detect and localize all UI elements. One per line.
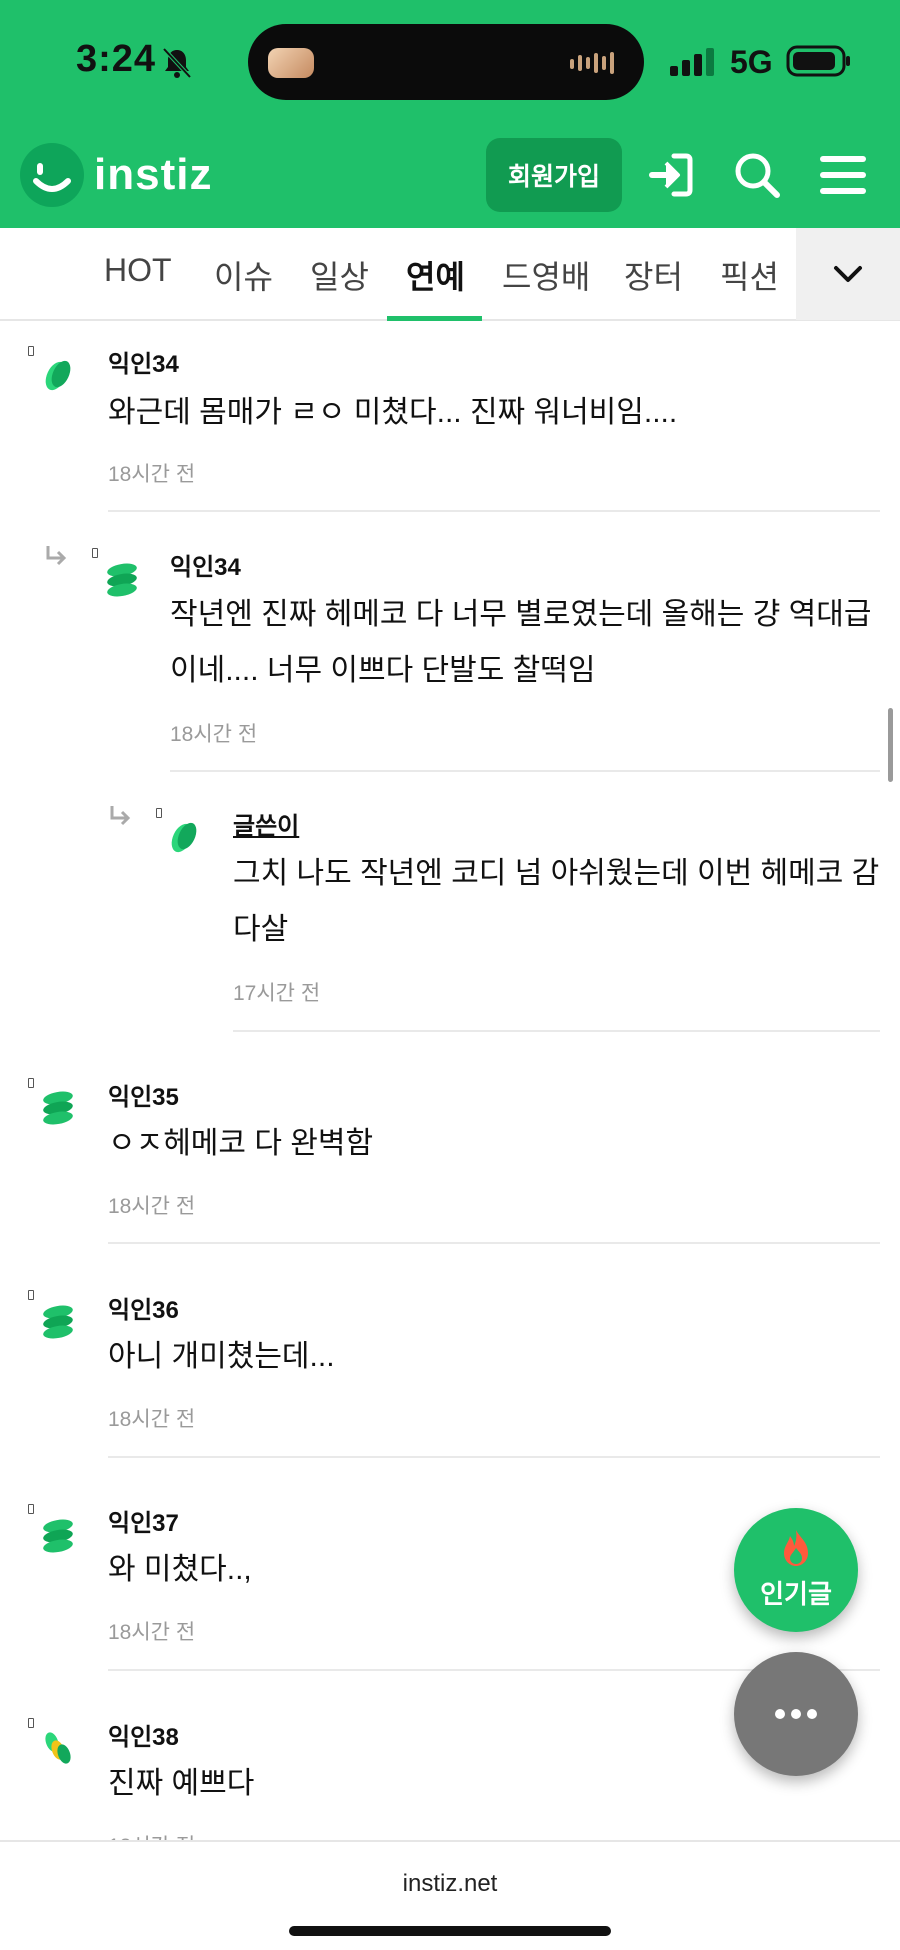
- hamburger-menu-icon[interactable]: [818, 150, 868, 200]
- comment-text: 아니 개미쳤는데...: [108, 1340, 335, 1373]
- comment-text: 진짜 예쁘다: [108, 1767, 255, 1800]
- comment-author[interactable]: 익인34: [170, 547, 241, 582]
- network-type: 5G: [730, 44, 773, 80]
- comment-marker: [92, 548, 98, 558]
- login-icon[interactable]: [646, 150, 696, 200]
- tab-market[interactable]: 장터: [624, 252, 683, 298]
- comment-marker: [28, 1078, 34, 1088]
- comment-divider: [108, 510, 880, 512]
- home-indicator: [289, 1926, 611, 1936]
- comment-text: 다살: [233, 913, 289, 946]
- active-tab-indicator: [387, 316, 482, 321]
- reply-arrow-icon: [110, 806, 131, 826]
- comment-marker: [28, 1718, 34, 1728]
- stack-avatar-icon: [43, 1091, 73, 1125]
- category-tabs: HOT 이슈 일상 연예 드영배 장터 픽션: [0, 228, 900, 321]
- popular-posts-button[interactable]: 인기글: [734, 1508, 858, 1632]
- comment-divider: [108, 1242, 880, 1244]
- comment-divider: [233, 1030, 880, 1032]
- stack-avatar-icon: [107, 563, 137, 597]
- browser-address-bar[interactable]: instiz.net: [0, 1840, 900, 1950]
- popular-posts-label: 인기글: [760, 1579, 832, 1609]
- audio-wave-icon: [570, 52, 614, 74]
- signal-icon: [670, 48, 714, 76]
- comment-author-op[interactable]: 글쓴이: [233, 806, 299, 841]
- battery-icon: [786, 45, 850, 77]
- tab-entertainment[interactable]: 연예: [406, 252, 465, 298]
- comment-marker: [28, 346, 34, 356]
- stack-avatar-icon: [43, 1519, 73, 1553]
- bell-slash-icon: [162, 47, 192, 79]
- dynamic-island: [248, 24, 644, 100]
- comment-marker: [156, 808, 162, 818]
- comment-text: 와 미쳤다..,: [108, 1553, 252, 1586]
- tab-hot[interactable]: HOT: [104, 252, 172, 289]
- stack-avatar-icon: [43, 1305, 73, 1339]
- app-header: 3:24 5G instiz 회원가입: [0, 0, 900, 228]
- comment-author[interactable]: 익인38: [108, 1717, 179, 1752]
- logo-text: instiz: [94, 150, 213, 199]
- comment-time: 18시간 전: [108, 463, 196, 486]
- leaf-avatar-icon: [171, 822, 197, 853]
- comment-time: 18시간 전: [108, 1621, 196, 1644]
- status-time: 3:24: [76, 38, 157, 80]
- comment-time: 17시간 전: [233, 982, 321, 1005]
- fire-icon: [784, 1530, 808, 1566]
- tab-issue[interactable]: 이슈: [214, 252, 273, 298]
- comment-time: 18시간 전: [108, 1408, 196, 1431]
- chevron-down-icon: [834, 266, 862, 282]
- signup-button[interactable]: 회원가입: [486, 138, 622, 212]
- comment-author[interactable]: 익인36: [108, 1290, 179, 1325]
- reply-arrow-icon: [46, 546, 67, 566]
- tab-daily[interactable]: 일상: [310, 252, 369, 298]
- comment-marker: [28, 1504, 34, 1514]
- comment-text: 작년엔 진짜 헤메코 다 너무 별로였는데 올해는 걍 역대급: [170, 598, 872, 631]
- comment-divider: [108, 1456, 880, 1458]
- comment-time: 18시간 전: [108, 1195, 196, 1218]
- comment-text: ㅇㅈ헤메코 다 완벽함: [108, 1127, 374, 1160]
- comment-text: 그치 나도 작년엔 코디 넘 아쉬웠는데 이번 헤메코 감: [233, 857, 880, 890]
- comment-author[interactable]: 익인35: [108, 1077, 179, 1112]
- expand-tabs-button[interactable]: [796, 228, 900, 320]
- tab-fiction[interactable]: 픽션: [720, 252, 779, 298]
- smile-logo-icon: [20, 143, 84, 207]
- comment-text: 와근데 몸매가 ㄹㅇ 미쳤다... 진짜 워너비임....: [108, 396, 678, 429]
- comment-divider: [170, 770, 880, 772]
- search-icon[interactable]: [732, 150, 782, 200]
- scrollbar[interactable]: [888, 708, 893, 782]
- site-url[interactable]: instiz.net: [0, 1870, 900, 1898]
- comment-author[interactable]: 익인37: [108, 1503, 179, 1538]
- now-playing-thumbnail: [268, 48, 314, 78]
- multicolor-avatar-icon: [45, 1732, 71, 1764]
- comment-time: 18시간 전: [170, 723, 258, 746]
- leaf-avatar-icon: [45, 360, 71, 391]
- comment-author[interactable]: 익인34: [108, 344, 179, 379]
- tab-drama-movie[interactable]: 드영배: [502, 252, 590, 298]
- comment-marker: [28, 1290, 34, 1300]
- comment-text: 이네.... 너무 이쁘다 단발도 찰떡임: [170, 654, 596, 687]
- more-options-button[interactable]: [734, 1652, 858, 1776]
- more-dots-icon: [775, 1709, 817, 1719]
- instiz-logo[interactable]: instiz: [20, 142, 212, 208]
